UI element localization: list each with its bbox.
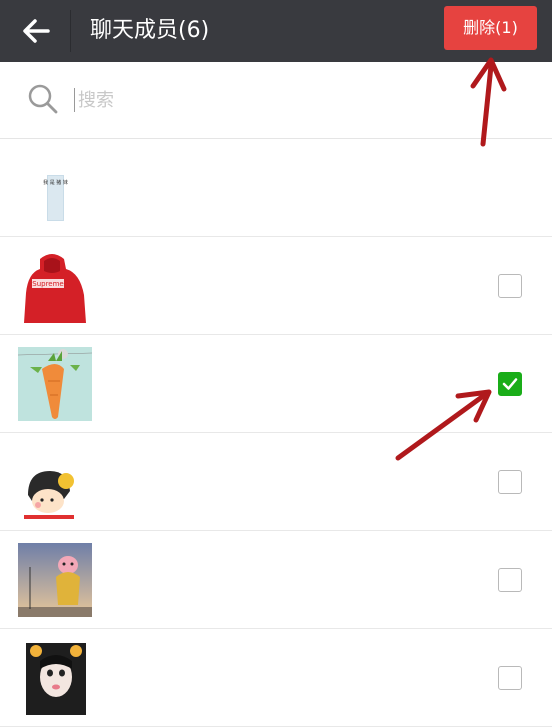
delete-button[interactable]: 删除(1) (444, 6, 537, 50)
search-bar (0, 62, 552, 139)
girl-photo-avatar (18, 641, 92, 715)
title-divider (70, 10, 71, 52)
member-row[interactable] (0, 531, 552, 629)
member-checkbox-checked[interactable] (498, 372, 522, 396)
member-checkbox[interactable] (498, 274, 522, 298)
search-icon (26, 82, 60, 116)
member-row[interactable] (0, 335, 552, 433)
pig-character-avatar (18, 543, 92, 617)
search-input[interactable] (76, 82, 380, 118)
back-arrow-icon[interactable] (18, 13, 54, 49)
hoodie-text: Supreme (32, 280, 63, 288)
red-hoodie-avatar: Supreme (18, 249, 92, 323)
cartoon-girl-avatar (18, 445, 92, 519)
member-row[interactable]: Supreme (0, 237, 552, 335)
card-text: 我 是 猪 妹 (43, 179, 68, 186)
text-card-avatar: 我 是 猪 妹 (18, 151, 92, 225)
member-checkbox[interactable] (498, 568, 522, 592)
member-row[interactable]: 我 是 猪 妹 (0, 139, 552, 237)
member-row[interactable] (0, 629, 552, 727)
member-row[interactable] (0, 433, 552, 531)
member-checkbox[interactable] (498, 666, 522, 690)
title-bar: 聊天成员(6) 删除(1) (0, 0, 552, 62)
member-checkbox[interactable] (498, 470, 522, 494)
page-title: 聊天成员(6) (90, 18, 210, 43)
checkmark-icon (502, 378, 518, 390)
text-cursor (74, 88, 75, 112)
carrot-avatar (18, 347, 92, 421)
